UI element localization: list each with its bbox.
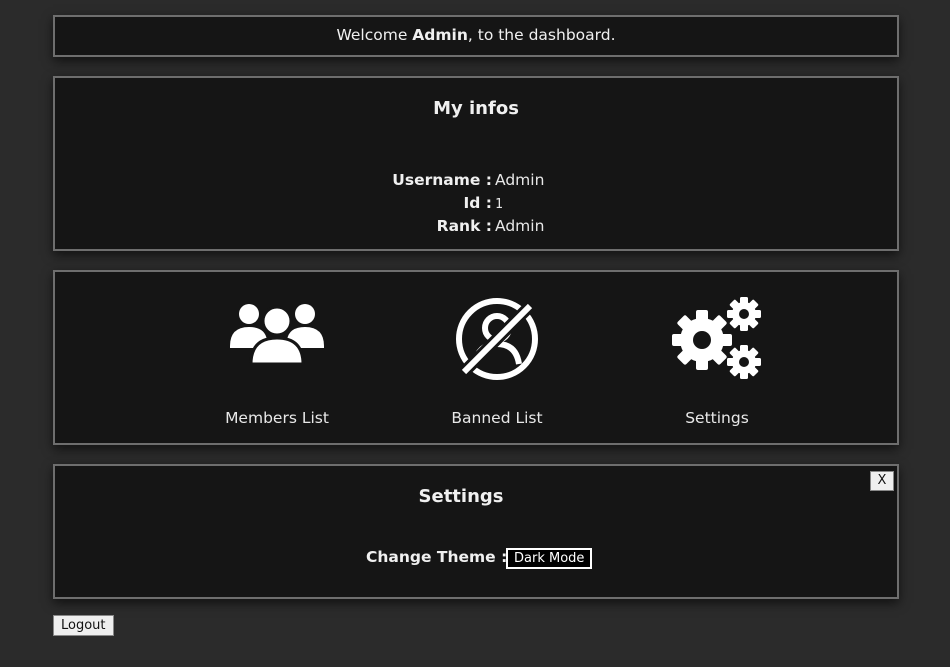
id-value: 1 bbox=[495, 197, 503, 212]
logout-button[interactable]: Logout bbox=[53, 615, 114, 636]
settings-title: Settings bbox=[418, 486, 504, 507]
banned-list-link[interactable]: Banned List bbox=[422, 284, 572, 427]
members-list-link[interactable]: Members List bbox=[202, 284, 352, 427]
my-infos-title: My infos bbox=[433, 98, 519, 119]
gears-icon bbox=[672, 297, 761, 379]
settings-label: Settings bbox=[685, 409, 749, 427]
settings-link[interactable]: Settings bbox=[642, 284, 792, 427]
id-label: Id : bbox=[463, 194, 492, 212]
dark-mode-button[interactable]: Dark Mode bbox=[506, 548, 593, 569]
welcome-panel: Welcome Admin, to the dashboard. bbox=[53, 15, 899, 57]
change-theme-label: Change Theme : bbox=[366, 548, 508, 566]
welcome-message: Welcome Admin, to the dashboard. bbox=[55, 26, 897, 44]
welcome-prefix: Welcome bbox=[336, 26, 413, 44]
navigation-panel: Members List Banned List Settings bbox=[53, 270, 899, 445]
members-list-label: Members List bbox=[225, 409, 329, 427]
username-label: Username : bbox=[392, 171, 492, 189]
rank-label: Rank : bbox=[436, 217, 492, 235]
info-row-id: Id : 1 bbox=[55, 194, 897, 216]
my-infos-panel: My infos Username : Admin Id : 1 Rank : … bbox=[53, 76, 899, 251]
welcome-username: Admin bbox=[412, 26, 468, 44]
settings-panel: X Settings Change Theme : Dark Mode bbox=[53, 464, 899, 599]
info-row-username: Username : Admin bbox=[55, 171, 897, 193]
username-value: Admin bbox=[495, 171, 545, 189]
users-icon bbox=[230, 304, 324, 366]
welcome-suffix: , to the dashboard. bbox=[467, 26, 616, 44]
banned-list-label: Banned List bbox=[451, 409, 543, 427]
rank-value: Admin bbox=[495, 217, 545, 235]
banned-user-icon bbox=[456, 298, 538, 380]
info-row-rank: Rank : Admin bbox=[55, 217, 897, 239]
